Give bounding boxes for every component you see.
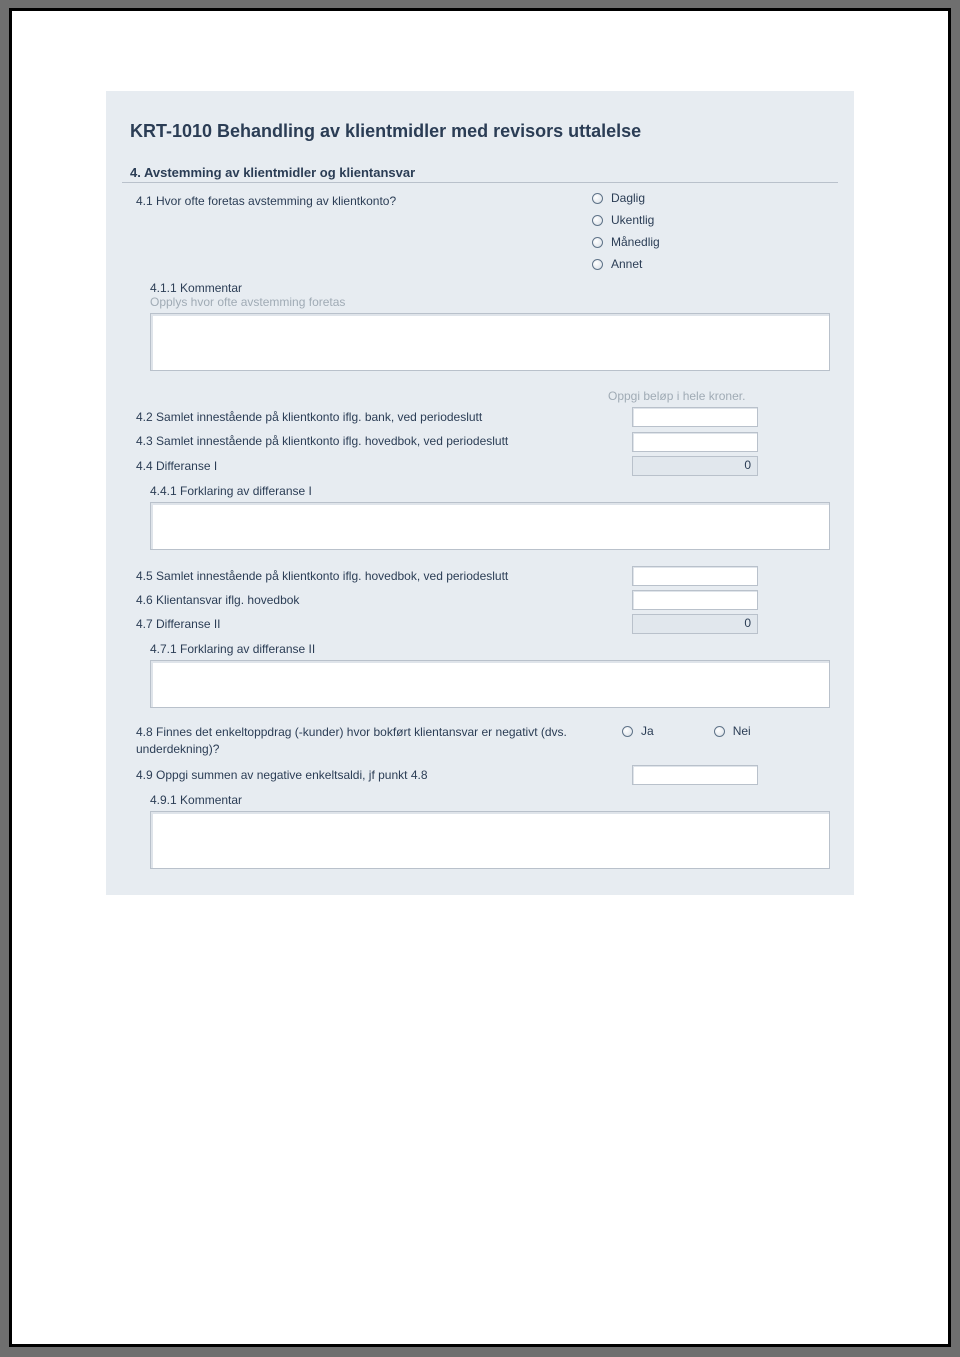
q43-label: 4.3 Samlet innestående på klientkonto if… <box>122 431 622 451</box>
q411-label: 4.1.1 Kommentar <box>122 281 838 295</box>
q48-options: Ja Nei <box>622 722 838 738</box>
q42-label: 4.2 Samlet innestående på klientkonto if… <box>122 407 622 427</box>
q48-option-label: Ja <box>641 724 654 738</box>
q491-textarea[interactable] <box>150 811 830 869</box>
radio-icon <box>592 215 603 226</box>
radio-icon <box>592 259 603 270</box>
question-4-6: 4.6 Klientansvar iflg. hovedbok <box>122 590 838 610</box>
q49-label: 4.9 Oppgi summen av negative enkeltsaldi… <box>122 765 622 785</box>
question-4-1: 4.1 Hvor ofte foretas avstemming av klie… <box>122 189 838 273</box>
question-4-8: 4.8 Finnes det enkeltoppdrag (-kunder) h… <box>122 720 838 760</box>
q41-option-label: Månedlig <box>611 235 660 249</box>
q491-label: 4.9.1 Kommentar <box>122 793 838 807</box>
q411-hint: Opplys hvor ofte avstemming foretas <box>122 295 838 309</box>
question-4-5: 4.5 Samlet innestående på klientkonto if… <box>122 566 838 586</box>
question-4-9: 4.9 Oppgi summen av negative enkeltsaldi… <box>122 765 838 785</box>
page-frame: KRT-1010 Behandling av klientmidler med … <box>9 8 951 1347</box>
question-4-4: 4.4 Differanse I 0 <box>122 456 838 476</box>
q41-option-label: Ukentlig <box>611 213 654 227</box>
q48-option-nei[interactable]: Nei <box>714 724 751 738</box>
q47-label: 4.7 Differanse II <box>122 614 622 634</box>
q441-textarea[interactable] <box>150 502 830 550</box>
q49-input[interactable] <box>632 765 758 785</box>
q46-input[interactable] <box>632 590 758 610</box>
q441-label: 4.4.1 Forklaring av differanse I <box>122 484 838 498</box>
q48-option-ja[interactable]: Ja <box>622 724 654 738</box>
question-4-2: 4.2 Samlet innestående på klientkonto if… <box>122 407 838 427</box>
q471-label: 4.7.1 Forklaring av differanse II <box>122 642 838 656</box>
q41-label: 4.1 Hvor ofte foretas avstemming av klie… <box>122 191 592 211</box>
radio-icon <box>592 193 603 204</box>
radio-icon <box>714 726 725 737</box>
q48-label: 4.8 Finnes det enkeltoppdrag (-kunder) h… <box>122 722 622 758</box>
q47-value: 0 <box>632 614 758 634</box>
q44-label: 4.4 Differanse I <box>122 456 622 476</box>
q41-option-label: Daglig <box>611 191 645 205</box>
q44-value: 0 <box>632 456 758 476</box>
radio-icon <box>592 237 603 248</box>
q41-option-annet[interactable]: Annet <box>592 257 830 271</box>
q41-option-daglig[interactable]: Daglig <box>592 191 830 205</box>
q411-textarea[interactable] <box>150 313 830 371</box>
q42-input[interactable] <box>632 407 758 427</box>
section-4-body: 4.1 Hvor ofte foretas avstemming av klie… <box>122 182 838 869</box>
form-title: KRT-1010 Behandling av klientmidler med … <box>122 119 838 143</box>
page: KRT-1010 Behandling av klientmidler med … <box>12 11 948 1344</box>
section-4-heading: 4. Avstemming av klientmidler og klienta… <box>122 165 838 182</box>
question-4-7: 4.7 Differanse II 0 <box>122 614 838 634</box>
radio-icon <box>622 726 633 737</box>
question-4-3: 4.3 Samlet innestående på klientkonto if… <box>122 431 838 451</box>
q41-options: Daglig Ukentlig Månedlig Annet <box>592 191 838 271</box>
q48-option-label: Nei <box>733 724 751 738</box>
q43-input[interactable] <box>632 432 758 452</box>
q45-label: 4.5 Samlet innestående på klientkonto if… <box>122 566 622 586</box>
q45-input[interactable] <box>632 566 758 586</box>
q471-textarea[interactable] <box>150 660 830 708</box>
q46-label: 4.6 Klientansvar iflg. hovedbok <box>122 590 622 610</box>
amount-hint: Oppgi beløp i hele kroner. <box>608 389 830 403</box>
q41-option-label: Annet <box>611 257 642 271</box>
form-panel: KRT-1010 Behandling av klientmidler med … <box>106 91 854 895</box>
q41-option-ukentlig[interactable]: Ukentlig <box>592 213 830 227</box>
q41-option-manedlig[interactable]: Månedlig <box>592 235 830 249</box>
